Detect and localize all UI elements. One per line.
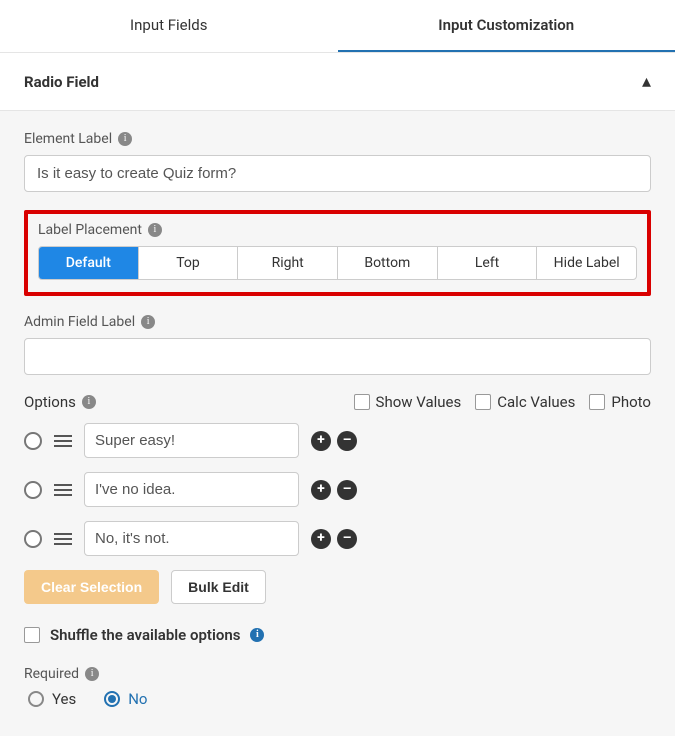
clear-selection-button[interactable]: Clear Selection [24,570,159,604]
option-row: + – [24,423,651,458]
placement-right[interactable]: Right [238,247,338,279]
info-icon[interactable]: i [118,132,132,146]
info-icon[interactable]: i [148,223,162,237]
bulk-edit-button[interactable]: Bulk Edit [171,570,266,604]
calc-values-toggle[interactable]: Calc Values [475,393,575,411]
label-placement-group: Label Placement i Default Top Right Bott… [24,210,651,296]
add-icon[interactable]: + [311,480,331,500]
option-input[interactable] [84,472,299,507]
info-icon[interactable]: i [250,628,264,642]
option-radio[interactable] [24,530,42,548]
admin-label-label: Admin Field Label i [24,314,651,330]
option-row: + – [24,521,651,556]
show-values-toggle[interactable]: Show Values [354,393,462,411]
add-icon[interactable]: + [311,431,331,451]
remove-icon[interactable]: – [337,480,357,500]
settings-panel: Element Label i Label Placement i Defaul… [0,111,675,736]
tab-input-customization[interactable]: Input Customization [338,0,675,52]
placement-default[interactable]: Default [39,247,139,279]
option-input[interactable] [84,423,299,458]
shuffle-label: Shuffle the available options [50,626,240,644]
admin-label-input[interactable] [24,338,651,375]
element-label-input[interactable] [24,155,651,192]
placement-left[interactable]: Left [438,247,538,279]
required-label: Required i [24,666,651,682]
options-label: Options i [24,393,96,411]
required-no[interactable]: No [104,690,147,708]
tab-input-fields[interactable]: Input Fields [0,0,338,52]
remove-icon[interactable]: – [337,431,357,451]
drag-icon[interactable] [54,484,72,496]
option-radio[interactable] [24,432,42,450]
checkbox-icon [589,394,605,410]
chevron-up-icon: ▴ [642,71,651,92]
checkbox-icon [475,394,491,410]
option-radio[interactable] [24,481,42,499]
info-icon[interactable]: i [82,395,96,409]
accordion-title: Radio Field [24,73,99,91]
remove-icon[interactable]: – [337,529,357,549]
drag-icon[interactable] [54,435,72,447]
tabs: Input Fields Input Customization [0,0,675,53]
option-input[interactable] [84,521,299,556]
photo-toggle[interactable]: Photo [589,393,651,411]
placement-top[interactable]: Top [139,247,239,279]
placement-hide[interactable]: Hide Label [537,247,636,279]
required-yes[interactable]: Yes [28,690,76,708]
option-row: + – [24,472,651,507]
accordion-header[interactable]: Radio Field ▴ [0,53,675,111]
checkbox-icon [354,394,370,410]
shuffle-checkbox[interactable] [24,627,40,643]
label-placement-label: Label Placement i [38,222,637,238]
info-icon[interactable]: i [85,667,99,681]
placement-bottom[interactable]: Bottom [338,247,438,279]
element-label-label: Element Label i [24,131,651,147]
label-placement-buttons: Default Top Right Bottom Left Hide Label [38,246,637,280]
info-icon[interactable]: i [141,315,155,329]
add-icon[interactable]: + [311,529,331,549]
radio-icon [104,691,120,707]
radio-icon [28,691,44,707]
drag-icon[interactable] [54,533,72,545]
